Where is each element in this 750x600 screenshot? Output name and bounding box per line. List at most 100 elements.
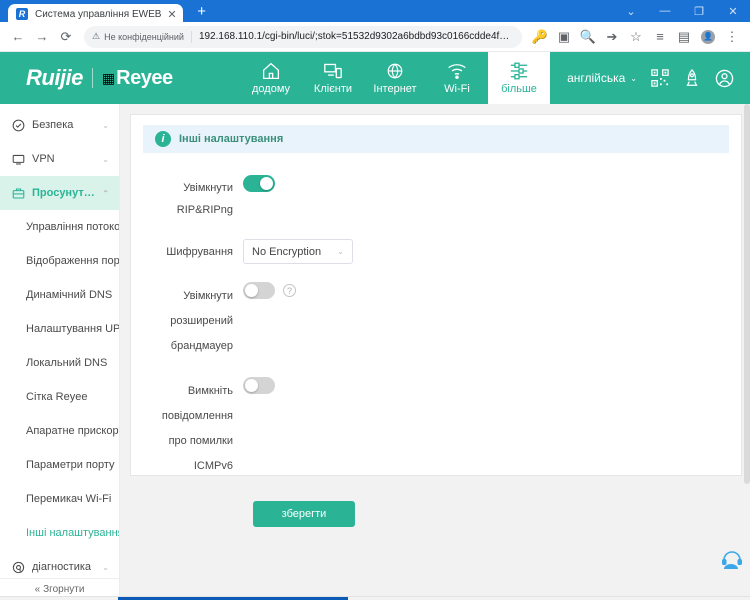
profile-avatar-icon[interactable]: 👤 xyxy=(696,25,720,49)
app-header: Ruijie ▦ Reyee додому Клієнти Інтернет W… xyxy=(0,52,750,104)
nav-item-clients[interactable]: Клієнти xyxy=(302,52,364,104)
select-encryption-value: No Encryption xyxy=(252,245,322,258)
warning-triangle-icon: ⚠ xyxy=(92,31,101,41)
app-nav-items: додому Клієнти Інтернет Wi-Fi більше xyxy=(240,52,550,104)
more-sliders-icon xyxy=(509,62,529,80)
sidebar-item-vpn[interactable]: VPN ⌄ xyxy=(0,142,119,176)
page-body: Безпека ⌄ VPN ⌄ Просунутий ⌃ Управління … xyxy=(0,104,750,600)
security-status[interactable]: ⚠ Не конфіденційний xyxy=(92,31,184,42)
nav-item-more[interactable]: більше xyxy=(488,52,550,104)
language-selector[interactable]: англійська ⌄ xyxy=(567,71,637,85)
reading-list-icon[interactable]: ≡ xyxy=(648,25,672,49)
omnibox-divider xyxy=(190,30,192,43)
sidebar-label-security: Безпека xyxy=(32,119,74,131)
sidebar-label-diagnostics: діагностика xyxy=(32,561,92,573)
reload-icon[interactable]: ⟳ xyxy=(54,25,78,49)
nav-item-home[interactable]: додому xyxy=(240,52,302,104)
sidebar-subitem-port-mapping[interactable]: Відображення портів xyxy=(0,244,119,278)
chevron-down-icon[interactable]: ⌄ xyxy=(614,0,648,22)
sidebar-item-advanced[interactable]: Просунутий ⌃ xyxy=(0,176,119,210)
home-icon xyxy=(261,62,281,80)
qr-code-icon[interactable] xyxy=(651,69,669,87)
user-account-icon[interactable] xyxy=(715,69,734,88)
headset-support-icon[interactable] xyxy=(720,548,744,574)
translate-icon[interactable]: ▣ xyxy=(552,25,576,49)
close-icon[interactable]: ✕ xyxy=(167,8,176,21)
toggle-rip[interactable] xyxy=(243,175,275,192)
toolbar-actions: 🔑 ▣ 🔍 ➔ ☆ ≡ ▤ 👤 ⋮ xyxy=(528,25,744,49)
sidebar: Безпека ⌄ VPN ⌄ Просунутий ⌃ Управління … xyxy=(0,104,120,600)
minimize-icon[interactable]: — xyxy=(648,0,682,22)
browser-window: R Система управління EWEB ✕ + ⌄ — ❐ ✕ ← … xyxy=(0,0,750,600)
field-row-firewall: Увімкнути розширений брандмауер ? xyxy=(143,280,729,359)
horizontal-scrollbar[interactable] xyxy=(0,596,750,600)
sidebar-subitem-flow-control[interactable]: Управління потоком xyxy=(0,210,119,244)
toggle-advanced-firewall[interactable] xyxy=(243,282,275,299)
wifi-icon xyxy=(447,62,467,80)
field-row-encryption: Шифрування No Encryption ⌄ xyxy=(143,237,729,264)
settings-card: i Інші налаштування Увімкнути RIP&RIPng … xyxy=(130,114,742,527)
sidebar-label-vpn: VPN xyxy=(32,153,55,165)
share-icon[interactable]: ➔ xyxy=(600,25,624,49)
chevron-up-icon: ⌃ xyxy=(102,188,109,198)
nav-label-clients: Клієнти xyxy=(313,82,353,95)
sidebar-subitem-reyee-mesh[interactable]: Сітка Reyee xyxy=(0,380,119,414)
label-firewall: Увімкнути розширений брандмауер xyxy=(170,290,233,352)
settings-form: Увімкнути RIP&RIPng Шифрування No Encryp… xyxy=(143,153,729,527)
select-encryption[interactable]: No Encryption ⌄ xyxy=(243,239,353,264)
page-scrollbar[interactable] xyxy=(744,104,750,600)
chevron-down-icon: ⌄ xyxy=(102,562,109,572)
field-row-rip: Увімкнути RIP&RIPng xyxy=(143,173,729,221)
sidebar-subitem-dynamic-dns[interactable]: Динамічний DNS xyxy=(0,278,119,312)
diagnostics-icon xyxy=(12,561,25,574)
window-controls: ⌄ — ❐ ✕ xyxy=(614,0,750,22)
sidebar-subitem-wifi-switch[interactable]: Перемикач Wi-Fi xyxy=(0,482,119,516)
brand-ruijie-text: Ruijie xyxy=(26,65,83,90)
menu-kebab-icon[interactable]: ⋮ xyxy=(720,25,744,49)
toggle-icmpv6[interactable] xyxy=(243,377,275,394)
window-close-icon[interactable]: ✕ xyxy=(716,0,750,22)
rocket-icon[interactable] xyxy=(683,69,701,87)
back-icon[interactable]: ← xyxy=(6,25,30,49)
field-row-icmpv6: Вимкніть повідомлення про помилки ICMPv6 xyxy=(143,375,729,479)
app-header-actions: англійська ⌄ xyxy=(567,52,750,104)
sidebar-item-diagnostics[interactable]: діагностика ⌄ xyxy=(0,550,119,578)
briefcase-icon xyxy=(12,187,25,200)
browser-tab[interactable]: R Система управління EWEB ✕ xyxy=(8,4,183,24)
label-icmpv6: Вимкніть повідомлення про помилки ICMPv6 xyxy=(161,385,233,472)
new-tab-button[interactable]: + xyxy=(193,2,211,20)
address-bar[interactable]: ⚠ Не конфіденційний 192.168.110.1/cgi-bi… xyxy=(84,25,522,48)
page-notice: i Інші налаштування xyxy=(143,125,729,153)
maximize-icon[interactable]: ❐ xyxy=(682,0,716,22)
brand-divider xyxy=(91,68,93,88)
key-icon[interactable]: 🔑 xyxy=(528,25,552,49)
nav-item-internet[interactable]: Інтернет xyxy=(364,52,426,104)
side-panel-icon[interactable]: ▤ xyxy=(672,25,696,49)
bookmark-star-icon[interactable]: ☆ xyxy=(624,25,648,49)
sidebar-subitem-upnp-settings[interactable]: Налаштування UPnP xyxy=(0,312,119,346)
sidebar-scroll: Безпека ⌄ VPN ⌄ Просунутий ⌃ Управління … xyxy=(0,104,119,578)
save-button[interactable]: зберегти xyxy=(253,501,355,527)
toggle-knob xyxy=(245,284,258,297)
page-title: Інші налаштування xyxy=(179,133,284,145)
nav-item-wifi[interactable]: Wi-Fi xyxy=(426,52,488,104)
sidebar-subitem-other-settings[interactable]: Інші налаштування xyxy=(0,516,119,550)
sidebar-subitem-hardware-acceleration[interactable]: Апаратне прискорення xyxy=(0,414,119,448)
sidebar-item-security[interactable]: Безпека ⌄ xyxy=(0,108,119,142)
sidebar-subitem-local-dns[interactable]: Локальний DNS xyxy=(0,346,119,380)
content-area: i Інші налаштування Увімкнути RIP&RIPng … xyxy=(120,104,750,600)
url-text: 192.168.110.1/cgi-bin/luci/;stok=51532d9… xyxy=(198,31,514,42)
zoom-icon[interactable]: 🔍 xyxy=(576,25,600,49)
scrollbar-thumb[interactable] xyxy=(744,104,750,484)
label-rip: Увімкнути RIP&RIPng xyxy=(176,182,233,216)
sidebar-subitem-port-settings[interactable]: Параметри порту xyxy=(0,448,119,482)
reyee-mark-icon: ▦ xyxy=(101,69,116,86)
nav-label-home: додому xyxy=(251,82,291,95)
sidebar-label-advanced: Просунутий xyxy=(32,187,96,199)
help-question-icon[interactable]: ? xyxy=(283,284,296,297)
save-row: зберегти xyxy=(143,495,729,527)
shield-check-icon xyxy=(12,119,25,132)
ruijie-r-icon: R xyxy=(16,8,28,20)
nav-label-more: більше xyxy=(501,82,537,95)
forward-icon[interactable]: → xyxy=(30,25,54,49)
